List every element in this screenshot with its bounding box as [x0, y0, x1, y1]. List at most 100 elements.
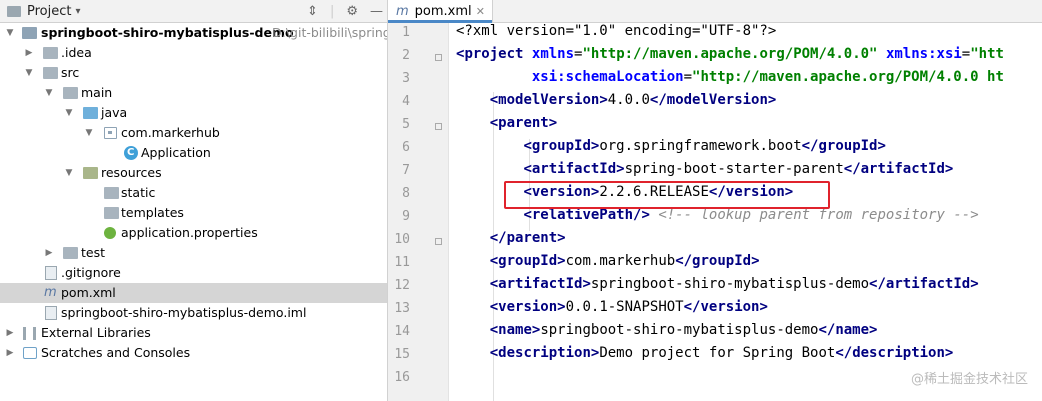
code-line-12: <artifactId>springboot-shiro-mybatisplus… [489, 276, 979, 292]
package-icon [104, 127, 117, 139]
fold-marker-icon[interactable] [435, 238, 442, 245]
tree-item-iml[interactable]: springboot-shiro-mybatisplus-demo.iml [0, 303, 387, 323]
code-area[interactable]: <?xml version="1.0" encoding="UTF-8"?> <… [448, 23, 1042, 401]
project-tree: ▼ springboot-shiro-mybatisplus-demo D:\g… [0, 23, 387, 363]
chevron-down-icon[interactable]: ▾ [75, 6, 80, 17]
folder-icon [7, 5, 21, 17]
text-value: spring-boot-starter-parent [624, 161, 844, 177]
tree-label: java [101, 105, 128, 120]
chevron-down-icon[interactable]: ▼ [44, 83, 54, 103]
fold-marker-icon[interactable] [435, 54, 442, 61]
folder-icon [63, 247, 78, 259]
file-icon [45, 266, 57, 280]
chevron-down-icon[interactable]: ▼ [64, 103, 74, 123]
tree-item-package[interactable]: ▼ com.markerhub [0, 123, 387, 143]
code-line-5: <parent> [489, 115, 558, 131]
code-line-4: <modelVersion>4.0.0</modelVersion> [489, 92, 777, 108]
line-number: 10 [394, 232, 410, 247]
line-number: 14 [394, 324, 410, 339]
line-number: 4 [402, 94, 410, 109]
chevron-right-icon[interactable]: ▶ [24, 43, 34, 63]
project-toolbar: ⇕ | ⚙ — [307, 0, 383, 22]
xml-comment: <!-- lookup parent from repository --> [658, 207, 979, 223]
project-header[interactable]: Project ▾ ⇕ | ⚙ — [0, 0, 387, 23]
tree-item-gitignore[interactable]: .gitignore [0, 263, 387, 283]
tree-item-properties[interactable]: application.properties [0, 223, 387, 243]
tree-item-test[interactable]: ▶ test [0, 243, 387, 263]
tree-label: static [121, 185, 156, 200]
folder-icon [104, 207, 119, 219]
xml-declaration: <?xml version="1.0" encoding="UTF-8"?> [456, 23, 777, 39]
tree-label: main [81, 85, 113, 100]
code-line-2: <project xmlns="http://maven.apache.org/… [456, 46, 1004, 62]
attr-value: "http://maven.apache.org/POM/4.0.0" [582, 46, 878, 62]
tree-label: .idea [61, 45, 92, 60]
code-line-10: </parent> [489, 230, 566, 246]
editor-tabs: m pom.xml ✕ [388, 0, 1042, 23]
tree-item-templates[interactable]: templates [0, 203, 387, 223]
root-path: D:\git-bilibili\springb [272, 25, 388, 40]
editor-panel: m pom.xml ✕ 1 2 3 4 5 6 7 8 9 10 11 12 13 14 15 16 <?xm… [388, 0, 1042, 401]
resources-folder-icon [83, 167, 98, 179]
line-number: 2 [402, 48, 410, 63]
tree-item-idea[interactable]: ▶ .idea [0, 43, 387, 63]
code-line-7: <artifactId>spring-boot-starter-parent</… [523, 161, 954, 177]
code-line-6: <groupId>org.springframework.boot</group… [523, 138, 886, 154]
line-number: 13 [394, 301, 410, 316]
chevron-right-icon[interactable]: ▶ [5, 323, 15, 343]
chevron-right-icon[interactable]: ▶ [44, 243, 54, 263]
close-icon[interactable]: ✕ [476, 5, 485, 18]
tree-item-scratches[interactable]: ▶ Scratches and Consoles [0, 343, 387, 363]
tree-label: Scratches and Consoles [41, 345, 191, 360]
text-value: springboot-shiro-mybatisplus-demo [590, 276, 870, 292]
attr-name: xsi:schemaLocation [531, 69, 684, 85]
gear-icon[interactable]: ⚙ [346, 4, 358, 19]
line-number: 7 [402, 163, 410, 178]
line-number: 9 [402, 209, 410, 224]
fold-marker-icon[interactable] [435, 123, 442, 130]
tab-pom-xml[interactable]: m pom.xml ✕ [388, 0, 493, 23]
code-line-9: <relativePath/> <!-- lookup parent from … [523, 207, 979, 223]
chevron-down-icon[interactable]: ▼ [5, 23, 15, 43]
line-gutter: 1 2 3 4 5 6 7 8 9 10 11 12 13 14 15 16 [388, 23, 449, 401]
minimize-icon[interactable]: — [370, 4, 383, 19]
line-number: 3 [402, 71, 410, 86]
text-value: 0.0.1-SNAPSHOT [565, 299, 684, 315]
maven-icon: m [44, 285, 57, 300]
folder-icon [43, 67, 58, 79]
chevron-down-icon[interactable]: ▼ [84, 123, 94, 143]
attr-name: xmlns:xsi [885, 46, 962, 62]
chevron-right-icon[interactable]: ▶ [5, 343, 15, 363]
tree-item-java[interactable]: ▼ java [0, 103, 387, 123]
text-value: Demo project for Spring Boot [599, 345, 836, 361]
tree-item-src[interactable]: ▼ src [0, 63, 387, 83]
folder-icon [63, 87, 78, 99]
tree-item-root[interactable]: ▼ springboot-shiro-mybatisplus-demo D:\g… [0, 23, 387, 43]
tree-item-application[interactable]: Application [0, 143, 387, 163]
watermark: @稀土掘金技术社区 [910, 372, 1028, 387]
module-file-icon [45, 306, 57, 320]
text-value: springboot-shiro-mybatisplus-demo [540, 322, 819, 338]
chevron-down-icon[interactable]: ▼ [64, 163, 74, 183]
text-value: org.springframework.boot [599, 138, 802, 154]
line-number: 6 [402, 140, 410, 155]
tree-item-resources[interactable]: ▼ resources [0, 163, 387, 183]
module-folder-icon [22, 27, 37, 39]
tree-label: springboot-shiro-mybatisplus-demo.iml [61, 305, 307, 320]
line-number: 11 [394, 255, 410, 270]
collapse-all-icon[interactable]: ⇕ [307, 4, 318, 19]
tree-item-static[interactable]: static [0, 183, 387, 203]
tree-item-main[interactable]: ▼ main [0, 83, 387, 103]
tree-label: External Libraries [41, 325, 151, 340]
text-value: com.markerhub [565, 253, 676, 269]
tree-item-external-libraries[interactable]: ▶ External Libraries [0, 323, 387, 343]
attr-name: xmlns [531, 46, 575, 62]
folder-icon [104, 187, 119, 199]
code-line-14: <name>springboot-shiro-mybatisplus-demo<… [489, 322, 878, 338]
tree-item-pom[interactable]: m pom.xml [0, 283, 387, 303]
chevron-down-icon[interactable]: ▼ [24, 63, 34, 83]
scratches-icon [23, 347, 37, 359]
attr-value: "http://maven.apache.org/POM/4.0.0 ht [692, 69, 1004, 85]
spring-icon [104, 227, 116, 239]
tree-label: .gitignore [61, 265, 121, 280]
